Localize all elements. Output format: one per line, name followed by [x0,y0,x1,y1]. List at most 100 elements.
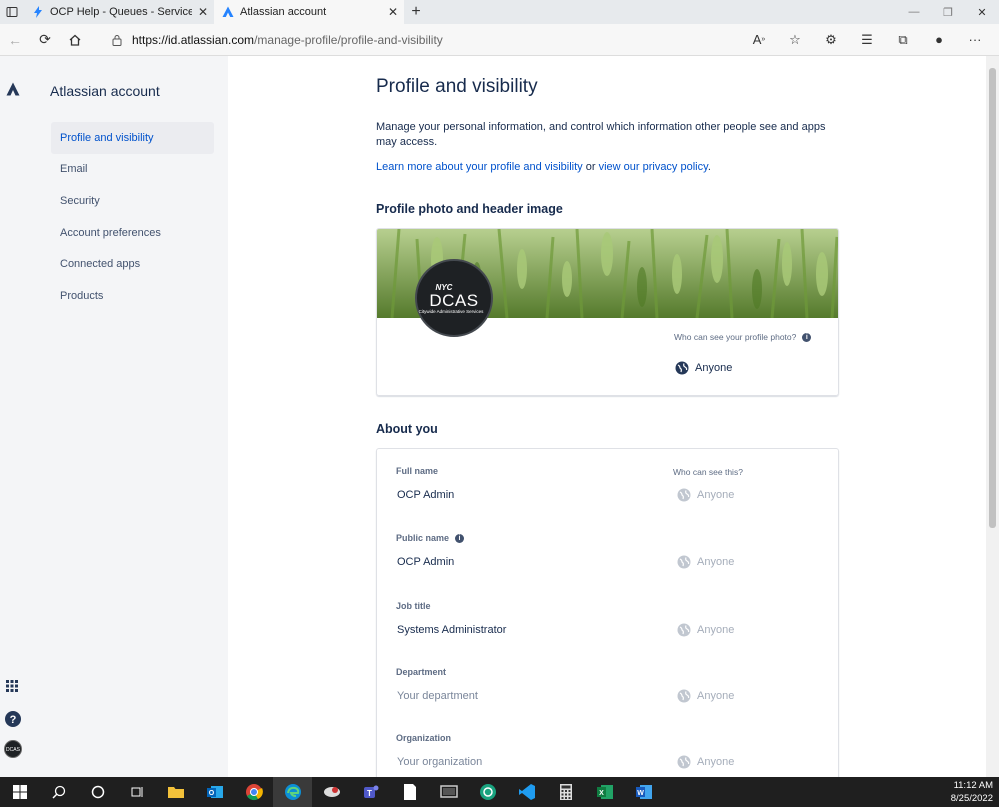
public-name-input[interactable]: OCP Admin [397,556,454,568]
info-icon[interactable]: i [802,332,812,342]
field-label: Organization [396,733,451,743]
app-icon[interactable] [312,777,351,807]
about-you-card: Who can see this? Full name OCP Admin An… [376,448,839,788]
chatgpt-icon[interactable] [468,777,507,807]
profile-avatar[interactable]: NYC DCAS Citywide Administrative Service… [415,259,493,337]
cortana-icon[interactable] [78,777,117,807]
tab-ocp-help[interactable]: OCP Help - Queues - Service pro ✕ [24,0,214,24]
info-icon[interactable]: i [455,533,465,543]
windows-start-icon[interactable] [0,777,39,807]
url-field[interactable]: https://id.atlassian.com/manage-profile/… [100,28,740,52]
app-switcher-icon[interactable] [4,678,20,694]
favorite-star-icon[interactable]: ☆ [777,32,813,48]
browser-tab-bar: OCP Help - Queues - Service pro ✕ Atlass… [0,0,999,24]
url-host: https://id.atlassian.com [132,32,255,47]
help-icon[interactable]: ? [4,710,22,728]
globe-icon [677,623,691,637]
globe-icon [677,488,691,502]
scrollbar-thumb[interactable] [989,68,996,528]
field-label: Public name i [396,533,465,543]
refresh-icon[interactable]: ⟳ [30,25,60,55]
new-tab-button[interactable]: + [404,0,428,24]
sidebar-item-products[interactable]: Products [51,280,214,312]
visibility-select[interactable]: Anyone [677,488,734,502]
tab-atlassian-account[interactable]: Atlassian account ✕ [214,0,404,24]
close-icon[interactable]: ✕ [388,5,398,19]
svg-text:?: ? [10,714,17,726]
search-icon[interactable] [39,777,78,807]
favorites-list-icon[interactable]: ☰ [849,32,885,48]
visibility-value: Anyone [697,756,735,768]
collections-icon[interactable]: ⧉ [885,32,921,48]
sidebar-item-profile-and-visibility[interactable]: Profile and visibility [51,122,214,154]
learn-more-link[interactable]: Learn more about your profile and visibi… [376,161,583,173]
lock-icon [112,34,122,46]
excel-icon[interactable]: X [585,777,624,807]
avatar-dcas-text: DCAS [429,290,479,310]
department-input[interactable]: Your department [397,690,478,702]
word-icon[interactable]: W [624,777,663,807]
globe-icon [675,361,689,375]
page-scrollbar[interactable] [986,56,999,777]
about-section-heading: About you [376,422,438,436]
field-label-text: Organization [396,733,452,743]
svg-text:T: T [367,789,372,798]
profile-icon[interactable]: ● [921,32,957,48]
job-title-input[interactable]: Systems Administrator [397,624,506,636]
close-icon[interactable]: ✕ [198,5,208,19]
sidebar-item-account-preferences[interactable]: Account preferences [51,217,214,249]
field-label: Job title [396,601,431,611]
user-avatar-icon[interactable]: DCAS [4,740,22,758]
visibility-select[interactable]: Anyone [677,755,734,769]
sidebar-item-email[interactable]: Email [51,154,214,186]
atlassian-logo-icon[interactable] [6,82,20,96]
sidebar-brand: Atlassian account [50,83,160,99]
outlook-icon[interactable]: O [195,777,234,807]
visibility-value: Anyone [697,489,735,501]
learn-more-line: Learn more about your profile and visibi… [376,161,711,173]
field-label: Full name [396,466,438,476]
privacy-policy-link[interactable]: view our privacy policy [599,161,708,173]
read-aloud-icon[interactable]: A» [741,32,777,48]
back-arrow-icon[interactable]: ← [0,25,30,55]
visibility-select[interactable]: Anyone [677,689,734,703]
tab-title: OCP Help - Queues - Service pro [50,6,192,18]
sidebar-item-security[interactable]: Security [51,185,214,217]
tab-actions-icon[interactable] [0,0,24,24]
chrome-icon[interactable] [234,777,273,807]
extensions-icon[interactable]: ⚙ [813,32,849,48]
system-clock[interactable]: 11:12 AM 8/25/2022 [951,779,993,805]
visibility-select[interactable]: Anyone [677,555,734,569]
task-view-icon[interactable] [117,777,156,807]
jira-bolt-icon [34,6,42,18]
tab-title: Atlassian account [240,6,327,18]
svg-text:W: W [637,790,644,797]
field-label-text: Job title [396,601,431,611]
full-name-input[interactable]: OCP Admin [397,489,454,501]
field-label: Department [396,667,446,677]
home-icon[interactable] [60,25,90,55]
globe-icon [677,755,691,769]
sidebar: Atlassian account Profile and visibility… [0,56,228,777]
edge-icon[interactable] [273,777,312,807]
svg-text:O: O [208,790,214,797]
url-path: /manage-profile/profile-and-visibility [254,32,443,47]
page-title: Profile and visibility [376,76,538,97]
file-explorer-icon[interactable] [156,777,195,807]
vscode-icon[interactable] [507,777,546,807]
monitor-icon[interactable] [429,777,468,807]
teams-icon[interactable]: T [351,777,390,807]
browser-toolbar: A» ☆ ⚙ ☰ ⧉ ● ··· [741,32,993,48]
close-window-icon[interactable]: ✕ [965,0,999,24]
sidebar-item-connected-apps[interactable]: Connected apps [51,248,214,280]
visibility-select[interactable]: Anyone [677,623,734,637]
minimize-icon[interactable]: — [897,0,931,24]
restore-icon[interactable]: ❐ [931,0,965,24]
organization-input[interactable]: Your organization [397,756,482,768]
more-menu-icon[interactable]: ··· [957,32,993,48]
sidebar-nav: Profile and visibility Email Security Ac… [51,122,214,312]
calculator-icon[interactable] [546,777,585,807]
photo-visibility-select[interactable]: Anyone [675,361,732,375]
learn-or-text: or [582,161,599,173]
notepad-icon[interactable] [390,777,429,807]
